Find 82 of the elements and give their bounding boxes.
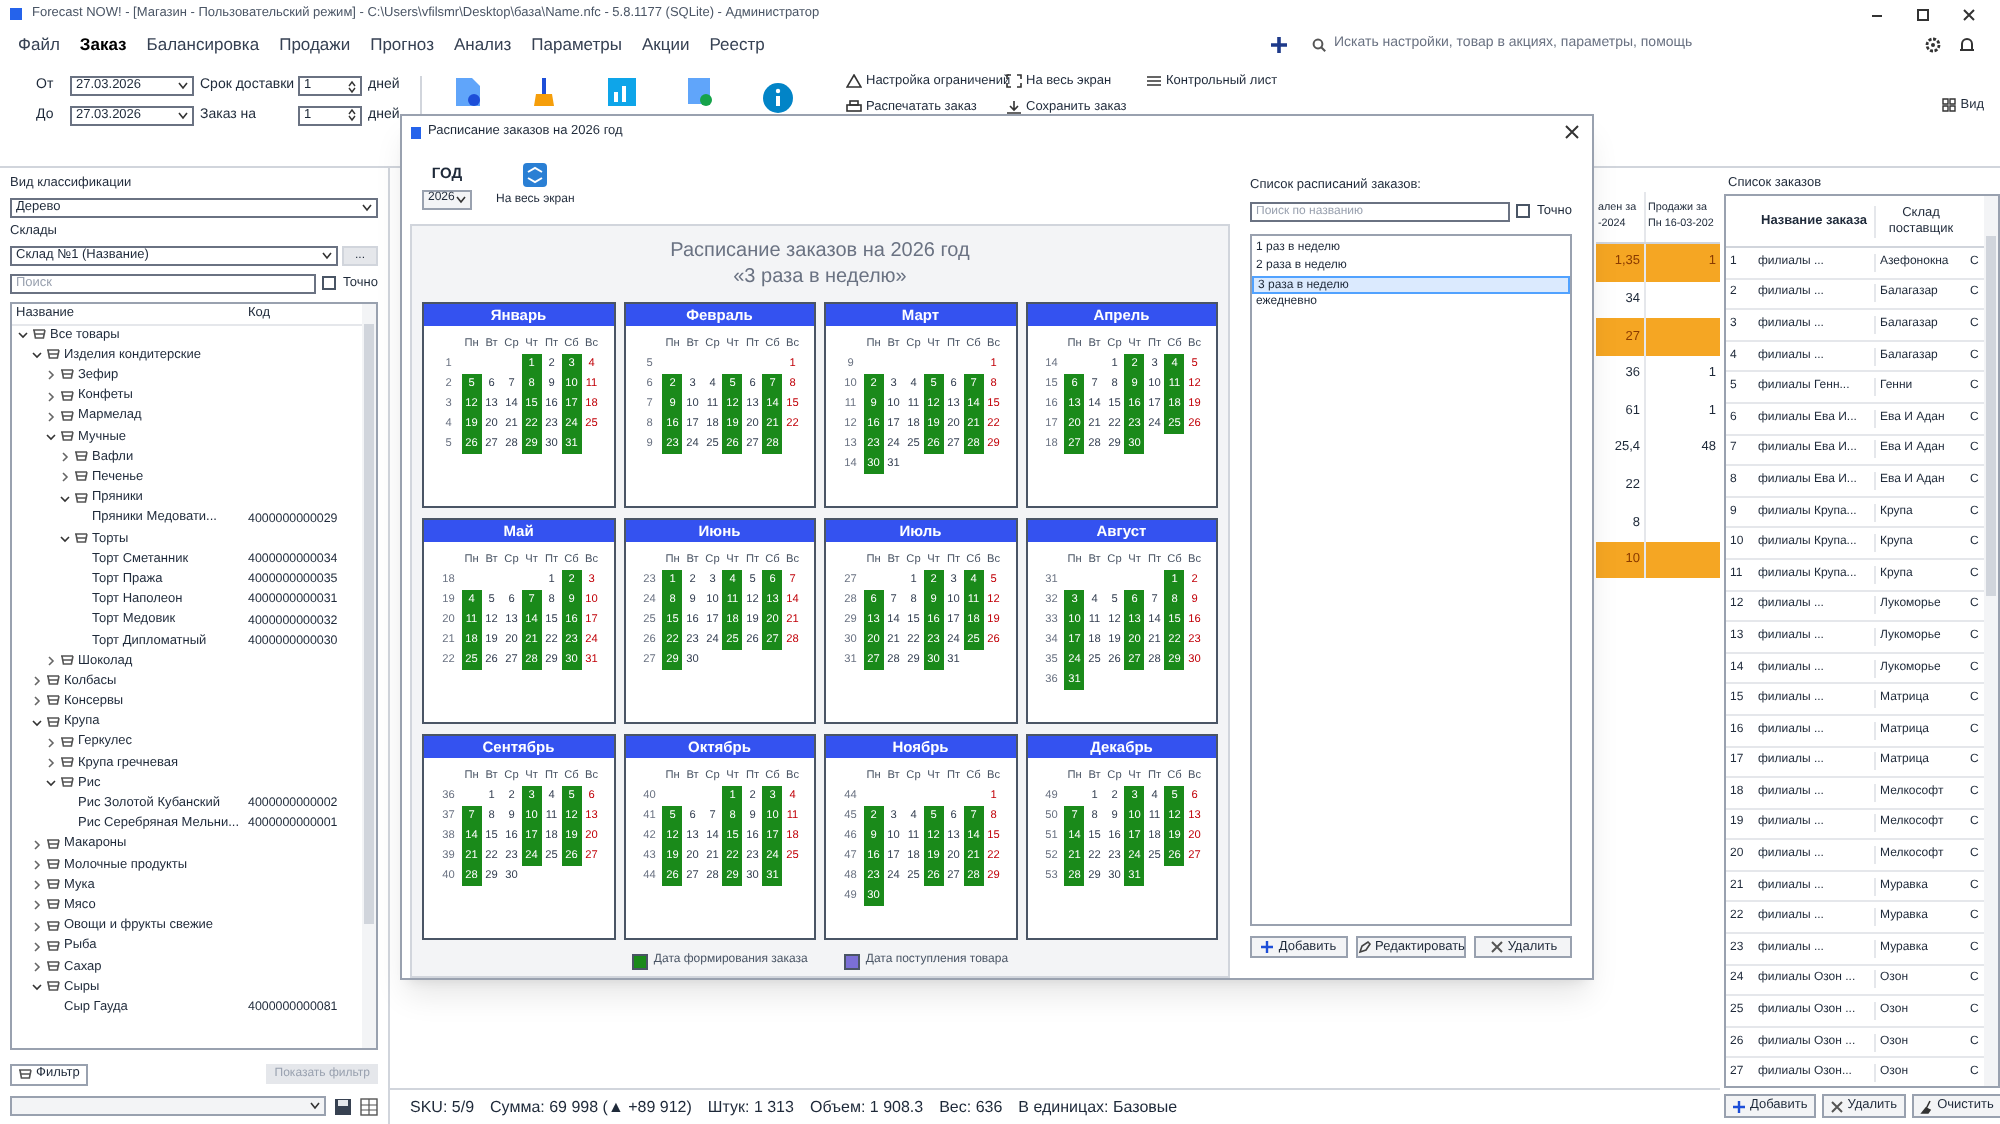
close-icon[interactable]	[1962, 7, 1976, 21]
chevron-down-icon[interactable]	[46, 778, 56, 789]
chevron-right-icon[interactable]	[32, 676, 42, 687]
chevron-right-icon[interactable]	[46, 411, 56, 422]
caret-icon	[362, 203, 372, 212]
chevron-down-icon[interactable]	[46, 432, 56, 443]
status-text: Сумма: 69 998 (▲ +89 912)	[490, 1095, 692, 1119]
checkbox[interactable]	[1516, 204, 1531, 219]
close-icon[interactable]	[1564, 124, 1580, 140]
menu-item[interactable]: Заказ	[69, 28, 137, 60]
chevron-right-icon[interactable]	[32, 839, 42, 850]
app-icon	[8, 6, 24, 22]
chevron-right-icon[interactable]	[60, 472, 70, 483]
spinner-icon	[348, 79, 356, 94]
broom-icon	[1919, 1099, 1934, 1113]
chevron-right-icon[interactable]	[32, 859, 42, 870]
download-icon	[1006, 100, 1022, 115]
checkbox[interactable]	[322, 276, 337, 290]
status-text: Вес: 636	[939, 1095, 1003, 1119]
spinner-icon	[348, 108, 356, 123]
chevron-right-icon[interactable]	[46, 391, 56, 402]
expand-icon	[1006, 74, 1022, 89]
menu-item[interactable]: Продажи	[269, 28, 361, 60]
caret-icon	[310, 1102, 320, 1110]
chevron-right-icon[interactable]	[46, 656, 56, 667]
caret-icon	[178, 82, 188, 91]
status-text: В единицах: Базовые	[1018, 1095, 1178, 1119]
warning-icon	[846, 74, 862, 89]
menu-item[interactable]: Прогноз	[360, 28, 444, 60]
brush-icon[interactable]	[530, 76, 558, 108]
fullscreen-icon	[522, 162, 549, 188]
chevron-right-icon[interactable]	[46, 737, 56, 748]
table-icon[interactable]	[360, 1097, 378, 1115]
chevron-down-icon[interactable]	[32, 717, 42, 728]
plus-icon[interactable]	[1270, 35, 1288, 53]
settings-icon[interactable]	[1924, 35, 1942, 53]
menu-item[interactable]: Реестр	[699, 28, 775, 60]
info-icon[interactable]	[762, 82, 794, 114]
caret-icon	[456, 195, 466, 204]
chevron-right-icon[interactable]	[32, 921, 42, 932]
chevron-right-icon[interactable]	[46, 758, 56, 769]
chevron-right-icon[interactable]	[32, 900, 42, 911]
scrollbar[interactable]	[1984, 196, 1998, 1086]
grid-icon	[1942, 98, 1957, 113]
pencil-icon	[1357, 940, 1372, 954]
menu-item[interactable]: Балансировка	[136, 28, 270, 60]
menu-item[interactable]: Акции	[631, 28, 700, 60]
close-icon	[1489, 940, 1504, 954]
caret-icon	[322, 251, 332, 259]
chevron-right-icon[interactable]	[46, 370, 56, 381]
chevron-down-icon[interactable]	[32, 982, 42, 993]
bell-icon[interactable]	[1958, 35, 1976, 53]
list-icon	[1146, 74, 1162, 89]
menu-item[interactable]: Анализ	[443, 28, 522, 60]
plus-icon	[1260, 940, 1275, 954]
chevron-right-icon[interactable]	[32, 941, 42, 952]
app-icon	[410, 125, 422, 139]
menu-item[interactable]: Параметры	[521, 28, 632, 60]
search-icon	[1312, 37, 1326, 51]
chevron-right-icon[interactable]	[32, 880, 42, 891]
calendar-heading: Расписание заказов на 2026 год	[670, 238, 970, 264]
status-text: Штук: 1 313	[707, 1095, 794, 1119]
caret-icon	[178, 111, 188, 120]
chevron-down-icon[interactable]	[32, 350, 42, 361]
save-icon[interactable]	[334, 1097, 352, 1115]
chart-icon[interactable]	[606, 76, 638, 108]
chevron-down-icon[interactable]	[18, 330, 28, 341]
chevron-right-icon[interactable]	[32, 961, 42, 972]
status-text: SKU: 5/9	[410, 1095, 475, 1119]
menu-item[interactable]: Файл	[8, 28, 70, 60]
chevron-right-icon[interactable]	[32, 696, 42, 707]
status-text: Объем: 1 908.3	[809, 1095, 924, 1119]
chevron-down-icon[interactable]	[60, 493, 70, 504]
printer-icon	[846, 100, 862, 115]
scrollbar[interactable]	[362, 303, 376, 1048]
maximize-icon	[1916, 7, 1930, 21]
chevron-down-icon[interactable]	[60, 533, 70, 544]
chevron-right-icon[interactable]	[60, 452, 70, 463]
close-icon	[1829, 1099, 1844, 1113]
plus-icon	[1732, 1099, 1746, 1113]
document-icon[interactable]	[454, 76, 482, 108]
calendar-subheading: «3 раза в неделю»	[733, 264, 907, 290]
